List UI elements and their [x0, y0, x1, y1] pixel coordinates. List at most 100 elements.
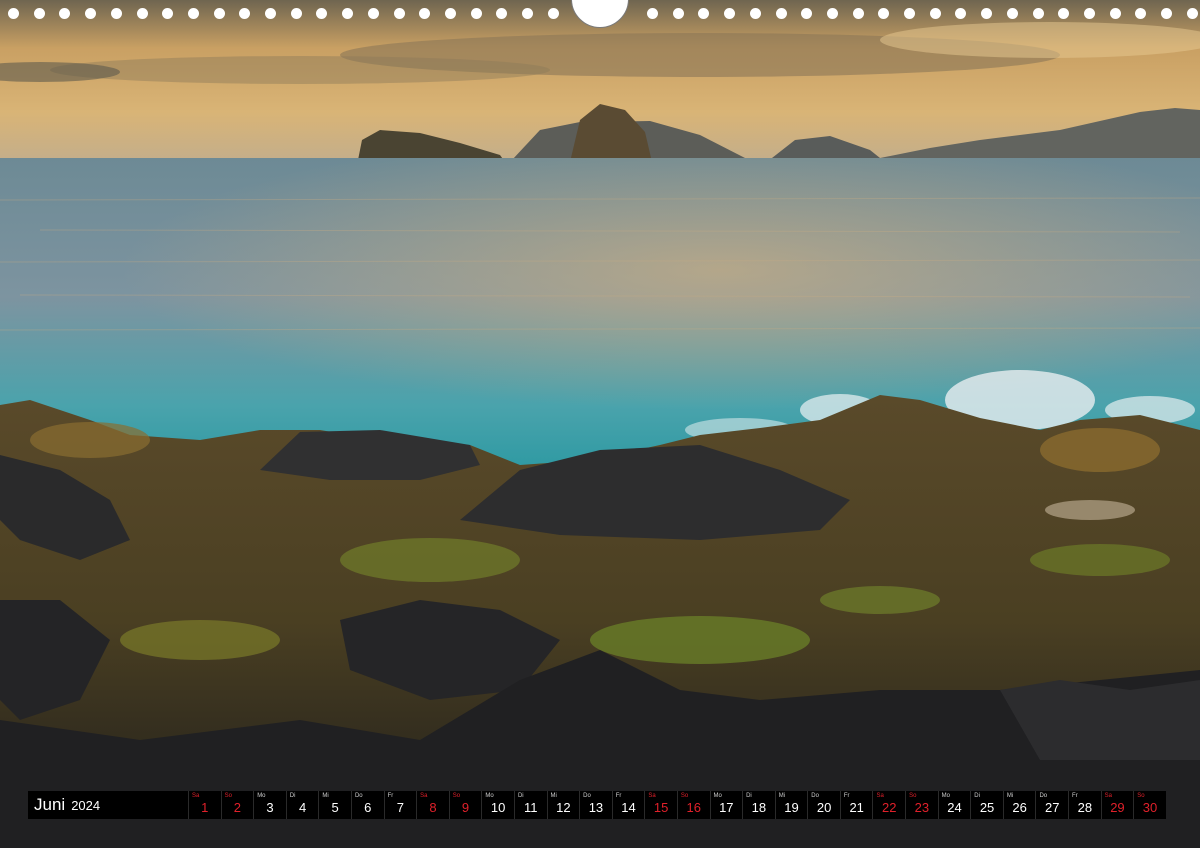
day-number: 24 — [947, 800, 962, 815]
binding-hole — [367, 8, 379, 19]
binding-hole — [801, 8, 813, 19]
month-name: Juni — [34, 795, 66, 814]
day-number: 14 — [621, 800, 636, 815]
binding-hole — [8, 8, 19, 19]
binding-hole — [672, 8, 684, 19]
hanger-hole — [571, 0, 629, 28]
binding-hole — [878, 8, 890, 19]
binding-hole — [647, 8, 658, 19]
binding-hole — [1058, 8, 1070, 19]
day-number: 17 — [719, 800, 734, 815]
weekday-label: Do — [583, 793, 591, 799]
day-cell: So 2 — [220, 791, 254, 819]
day-cell: Sa 15 — [644, 791, 677, 819]
binding-hole — [59, 8, 71, 19]
day-number: 25 — [979, 800, 995, 815]
binding-hole — [213, 8, 225, 19]
binding-hole — [547, 8, 559, 19]
weekday-label: Fr — [843, 793, 850, 799]
binding-hole — [749, 8, 761, 19]
day-cell: So 23 — [905, 791, 938, 819]
binding-hole — [698, 8, 710, 19]
weekday-label: Mi — [550, 793, 557, 799]
day-cell: Mo 10 — [481, 791, 514, 819]
day-cell: Sa 29 — [1100, 791, 1134, 819]
weekday-label: Do — [354, 793, 363, 799]
day-number: 13 — [588, 800, 604, 815]
day-number: 4 — [298, 800, 307, 815]
day-number: 22 — [882, 800, 897, 815]
binding-hole — [85, 8, 97, 19]
weekday-label: Mi — [1006, 793, 1014, 799]
weekday-label: Do — [1039, 793, 1048, 799]
day-cell: Do 6 — [350, 791, 384, 819]
weekday-label: So — [1137, 793, 1145, 799]
day-number: 3 — [266, 800, 274, 815]
day-cell: So 30 — [1133, 791, 1166, 819]
binding-hole — [470, 8, 482, 19]
binding-hole — [981, 8, 993, 19]
calendar-strip: Juni 2024 Sa 1 So 2 Mo 3 Di 4 Mi 5 Do 6 Fr 7 Sa 8 So 9 Mo 1… — [28, 791, 1172, 819]
day-number: 1 — [201, 800, 209, 815]
binding-hole — [187, 8, 199, 19]
day-cell: Fr 14 — [611, 791, 645, 819]
binding-hole — [342, 8, 354, 19]
binding-hole — [929, 8, 941, 19]
weekday-label: Sa — [192, 793, 200, 799]
day-cell: Do 20 — [807, 791, 840, 819]
weekday-label: Sa — [420, 793, 428, 799]
weekday-label: Mo — [941, 793, 950, 799]
day-cell: Di 18 — [742, 791, 775, 819]
weekday-label: Mo — [257, 793, 266, 799]
binding-hole — [162, 8, 174, 19]
day-number: 30 — [1142, 800, 1158, 815]
day-cell: Mi 5 — [318, 791, 351, 819]
binding-hole — [265, 8, 276, 19]
day-number: 27 — [1045, 800, 1060, 815]
day-number: 21 — [849, 800, 864, 815]
day-cell: Mi 26 — [1002, 791, 1036, 819]
binding-hole — [522, 8, 533, 19]
day-cell: Di 11 — [513, 791, 547, 819]
binding-hole — [136, 8, 148, 19]
binding-hole — [1032, 8, 1044, 19]
weekday-label: Fr — [1072, 793, 1078, 799]
day-cell: Mo 17 — [709, 791, 743, 819]
day-number: 29 — [1110, 800, 1125, 815]
day-number: 20 — [816, 800, 832, 815]
binding-hole — [1186, 8, 1198, 19]
day-cell: Mo 24 — [937, 791, 971, 819]
day-cell: Sa 22 — [872, 791, 906, 819]
weekday-label: Mo — [713, 793, 722, 799]
day-number: 26 — [1012, 800, 1027, 815]
day-cell: Mi 19 — [774, 791, 808, 819]
day-number: 11 — [523, 800, 538, 815]
day-cell: Sa 1 — [188, 791, 221, 819]
day-cell: Fr 21 — [839, 791, 873, 819]
day-number: 10 — [490, 800, 506, 815]
binding-hole — [775, 8, 787, 19]
binding-hole — [393, 8, 405, 19]
binding-hole — [419, 8, 431, 19]
day-number: 2 — [233, 800, 241, 815]
day-number: 28 — [1077, 800, 1093, 815]
day-number: 7 — [396, 800, 404, 815]
weekday-label: Mo — [485, 793, 494, 799]
binding-hole — [852, 8, 864, 19]
day-number: 12 — [556, 800, 571, 815]
day-cell: Do 13 — [579, 791, 612, 819]
weekday-label: So — [909, 793, 917, 799]
weekday-label: Fr — [615, 793, 622, 799]
binding-hole — [496, 8, 508, 19]
calendar-binding — [0, 0, 1200, 30]
weekday-label: Fr — [387, 793, 394, 799]
day-number: 16 — [686, 800, 701, 815]
day-number: 15 — [653, 800, 669, 815]
month-label: Juni 2024 — [28, 791, 188, 819]
weekday-label: So — [224, 793, 232, 799]
binding-hole — [724, 8, 736, 19]
binding-hole — [33, 8, 45, 19]
binding-hole — [239, 8, 251, 19]
binding-hole — [826, 8, 838, 19]
day-cell: Mi 12 — [546, 791, 580, 819]
